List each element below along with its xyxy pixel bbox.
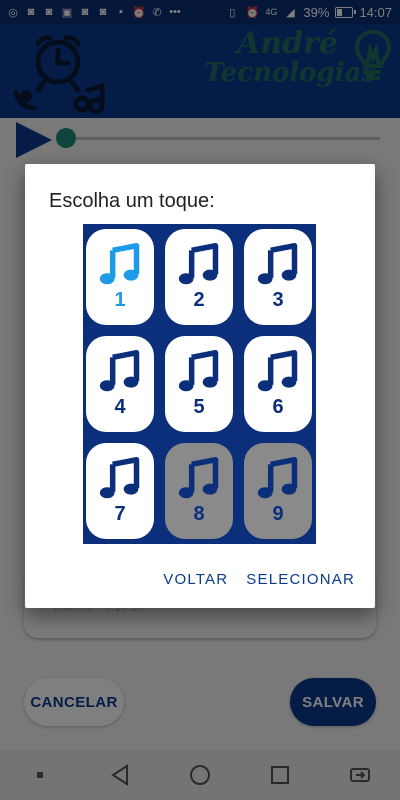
- ringtone-tile-6[interactable]: 6: [244, 336, 312, 432]
- music-note-icon: [99, 456, 140, 498]
- ringtone-number: 4: [114, 395, 126, 418]
- ringtone-tile-3[interactable]: 3: [244, 229, 312, 325]
- back-button[interactable]: VOLTAR: [163, 567, 228, 592]
- music-note-icon: [257, 242, 298, 284]
- ringtone-tile-2[interactable]: 2: [165, 229, 233, 325]
- ringtone-number: 8: [193, 502, 205, 525]
- ringtone-grid: 1 2 3 4 5 6 7 8 9: [83, 224, 316, 544]
- music-note-icon: [257, 349, 298, 391]
- ringtone-tile-1[interactable]: 1: [86, 229, 154, 325]
- music-note-icon: [178, 349, 219, 391]
- music-note-icon: [178, 456, 219, 498]
- ringtone-tile-7[interactable]: 7: [86, 443, 154, 539]
- music-note-icon: [99, 349, 140, 391]
- ringtone-number: 9: [272, 502, 284, 525]
- select-button[interactable]: SELECIONAR: [246, 567, 355, 592]
- dialog-title: Escolha um toque:: [49, 190, 215, 212]
- music-note-icon: [99, 242, 140, 284]
- ringtone-number: 6: [272, 395, 284, 418]
- dialog-actions: VOLTAR SELECIONAR: [163, 567, 355, 592]
- ringtone-number: 5: [193, 395, 205, 418]
- ringtone-tile-5[interactable]: 5: [165, 336, 233, 432]
- ringtone-tile-4[interactable]: 4: [86, 336, 154, 432]
- ringtone-number: 2: [193, 288, 205, 311]
- ringtone-number: 7: [114, 502, 126, 525]
- ringtone-tile-9[interactable]: 9: [244, 443, 312, 539]
- ringtone-number: 1: [114, 288, 126, 311]
- music-note-icon: [257, 456, 298, 498]
- ringtone-dialog: Escolha um toque: 1 2 3 4 5 6 7 8 9 VOLT…: [25, 164, 375, 608]
- music-note-icon: [178, 242, 219, 284]
- ringtone-tile-8[interactable]: 8: [165, 443, 233, 539]
- ringtone-number: 3: [272, 288, 284, 311]
